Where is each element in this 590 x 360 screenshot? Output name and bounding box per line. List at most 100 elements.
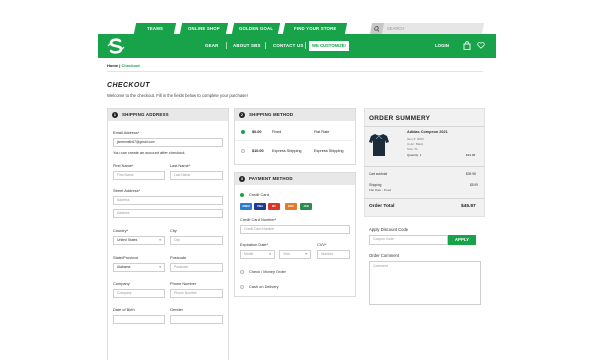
shipping-price: $10.00 — [252, 149, 264, 153]
divider — [364, 198, 485, 199]
phone-field[interactable]: Phone Number — [170, 289, 223, 298]
company-label: Company — [113, 281, 130, 286]
tab-find-your-store[interactable]: FIND YOUR STORE — [282, 23, 348, 34]
state-value: Alabama — [117, 265, 131, 269]
radio-button[interactable] — [240, 270, 244, 274]
radio-button[interactable] — [241, 130, 245, 134]
order-total-label: Order Total — [369, 204, 395, 209]
year-placeholder: Year — [283, 252, 290, 256]
divider — [107, 71, 483, 72]
shipping-name: Express Shipping — [272, 149, 302, 153]
tab-teams-label: TEAMS — [146, 26, 164, 31]
breadcrumb: Home | Checkout — [107, 63, 140, 68]
payment-method-title: PAYMENT METHOD — [249, 176, 293, 181]
country-label: Country* — [113, 228, 129, 233]
tab-golden-goal[interactable]: GOLDEN GOAL — [231, 23, 281, 34]
radio-button[interactable] — [241, 149, 245, 153]
order-total-value: $45.97 — [461, 204, 476, 209]
nav-divider — [305, 42, 306, 49]
product-name: Adidas Compeon 2021 — [407, 130, 448, 134]
apply-button[interactable]: APPLY — [448, 235, 476, 245]
top-tabs-bar: TEAMS ONLINE SHOP GOLDEN GOAL FIND YOUR … — [0, 0, 590, 34]
shipping-method-header: 2 SHIPPING METHOD — [235, 109, 355, 121]
radio-button[interactable] — [240, 193, 244, 197]
amex-card-logo: AMEX — [240, 203, 252, 210]
cash-on-delivery-option[interactable]: Cash on Delivery — [249, 284, 279, 289]
chevron-down-icon: ▾ — [159, 238, 161, 242]
dob-label: Date of Birth — [113, 307, 135, 312]
shipping-type: Flat Rate — [314, 130, 330, 134]
shipping-method-panel: 2 SHIPPING METHOD $0.00 Fixed Flat Rate … — [234, 108, 356, 165]
product-size: Size: XL — [407, 147, 419, 151]
jcb-card-logo: JCB — [300, 203, 312, 210]
gender-select[interactable] — [170, 315, 223, 324]
search-icon[interactable] — [369, 23, 385, 34]
brand-logo[interactable] — [105, 37, 127, 55]
postcode-field[interactable]: Postcode — [170, 263, 223, 272]
account-note: You can create an account after checkout… — [113, 150, 186, 155]
dob-field[interactable] — [113, 315, 165, 324]
heart-icon[interactable] — [477, 41, 485, 50]
search-placeholder: SEARCH — [387, 26, 405, 31]
nav-divider — [226, 42, 227, 49]
breadcrumb-current: Checkout — [121, 63, 140, 68]
tab-find-your-store-label: FIND YOUR STORE — [293, 26, 337, 31]
product-quantity: Quantity: 1 — [407, 153, 422, 157]
month-select[interactable]: Month ▾ — [240, 250, 275, 259]
search-input[interactable]: SEARCH — [369, 23, 485, 34]
company-field[interactable]: Company — [113, 289, 165, 298]
cart-subtotal-label: Cart subtotal — [369, 172, 388, 176]
chevron-down-icon: ▾ — [159, 265, 161, 269]
step-number: 1 — [112, 112, 118, 118]
credit-card-option[interactable]: Credit Card — [249, 192, 269, 197]
cvv-field[interactable]: Number — [317, 250, 350, 259]
phone-label: Phone Number — [170, 281, 197, 286]
discover-card-logo: DISC — [285, 203, 297, 210]
first-name-field[interactable]: First Name — [113, 171, 165, 180]
nav-gear[interactable]: GEAR — [205, 43, 219, 48]
shipping-option-express[interactable]: $10.00 Express Shipping Express Shipping — [235, 143, 353, 160]
tab-online-shop[interactable]: ONLINE SHOP — [179, 23, 229, 34]
step-number: 3 — [239, 176, 245, 182]
order-comment-textarea[interactable]: Comment — [369, 261, 481, 305]
tab-teams[interactable]: TEAMS — [133, 23, 177, 34]
cart-subtotal-value: $39.98 — [466, 172, 476, 176]
check-money-order-option[interactable]: Check / Money Order — [249, 269, 286, 274]
shipping-type: Express Shipping — [314, 149, 344, 153]
street-label: Street Address* — [113, 188, 141, 193]
last-name-label: Last Name* — [170, 163, 191, 168]
month-placeholder: Month — [244, 252, 254, 256]
we-customize-button[interactable]: WE CUSTOMIZE! — [309, 41, 349, 51]
shopping-bag-icon[interactable] — [463, 41, 471, 50]
city-field[interactable]: City — [170, 236, 223, 245]
card-number-field[interactable]: Credit Card Number — [240, 225, 350, 234]
shipping-detail: Flat Rate - Fixed — [369, 188, 392, 192]
payment-method-panel: 3 PAYMENT METHOD — [234, 172, 356, 297]
product-thumbnail[interactable] — [369, 133, 389, 157]
email-label: Email Address* — [113, 130, 140, 135]
shipping-name: Fixed — [272, 130, 282, 134]
breadcrumb-separator: | — [119, 63, 121, 68]
order-summary-title: ORDER SUMMERY — [369, 115, 431, 122]
street-line-2-field[interactable]: Address — [113, 209, 223, 218]
state-select[interactable]: Alabama ▾ — [113, 263, 165, 272]
street-line-1-field[interactable]: Address — [113, 196, 223, 205]
nav-contact-us[interactable]: CONTACT US — [273, 43, 303, 48]
shipping-value: $5.99 — [470, 183, 478, 187]
chevron-down-icon: ▾ — [269, 252, 271, 256]
coupon-code-field[interactable]: Coupon Code — [369, 235, 448, 245]
state-label: State/Province — [113, 255, 139, 260]
tab-golden-goal-label: GOLDEN GOAL — [238, 26, 274, 31]
last-name-field[interactable]: Last Name — [170, 171, 223, 180]
divider — [364, 166, 485, 167]
shipping-option-fixed[interactable]: $0.00 Fixed Flat Rate — [235, 124, 353, 141]
nav-about-sbs[interactable]: ABOUT SBS — [233, 43, 261, 48]
main-navigation: GEAR ABOUT SBS CONTACT US WE CUSTOMIZE! … — [98, 34, 496, 58]
login-link[interactable]: LOGIN — [435, 43, 449, 48]
product-item-number: Item #: 0000 — [407, 137, 424, 141]
breadcrumb-home[interactable]: Home — [107, 63, 118, 68]
radio-button[interactable] — [240, 285, 244, 289]
year-select[interactable]: Year ▾ — [279, 250, 311, 259]
email-field[interactable]: jsmesmith67@gmail.com — [113, 138, 223, 147]
country-select[interactable]: United States ▾ — [113, 236, 165, 245]
